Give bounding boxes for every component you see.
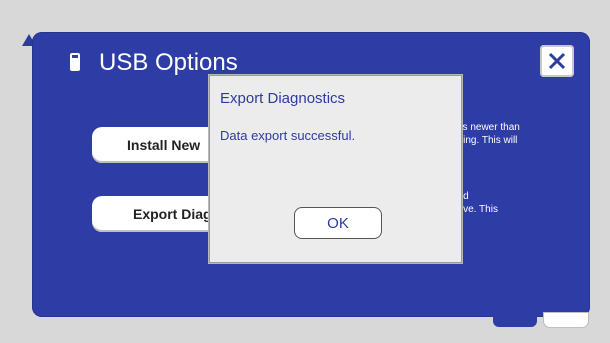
export-diagnostics-dialog: Export Diagnostics Data export successfu… — [209, 75, 462, 263]
bottom-tab-right[interactable] — [544, 313, 588, 327]
export-description: and drive. This . — [452, 191, 498, 228]
bottom-tab-left[interactable] — [493, 313, 537, 327]
ok-button[interactable]: OK — [294, 207, 382, 239]
install-description: 3 is newer than nning. This will — [452, 122, 520, 146]
close-icon — [548, 52, 566, 70]
usb-drive-icon — [70, 53, 80, 71]
dialog-message: Data export successful. — [220, 128, 356, 143]
close-button[interactable] — [540, 45, 574, 77]
page-title: USB Options — [99, 49, 238, 76]
dialog-title: Export Diagnostics — [220, 90, 346, 107]
